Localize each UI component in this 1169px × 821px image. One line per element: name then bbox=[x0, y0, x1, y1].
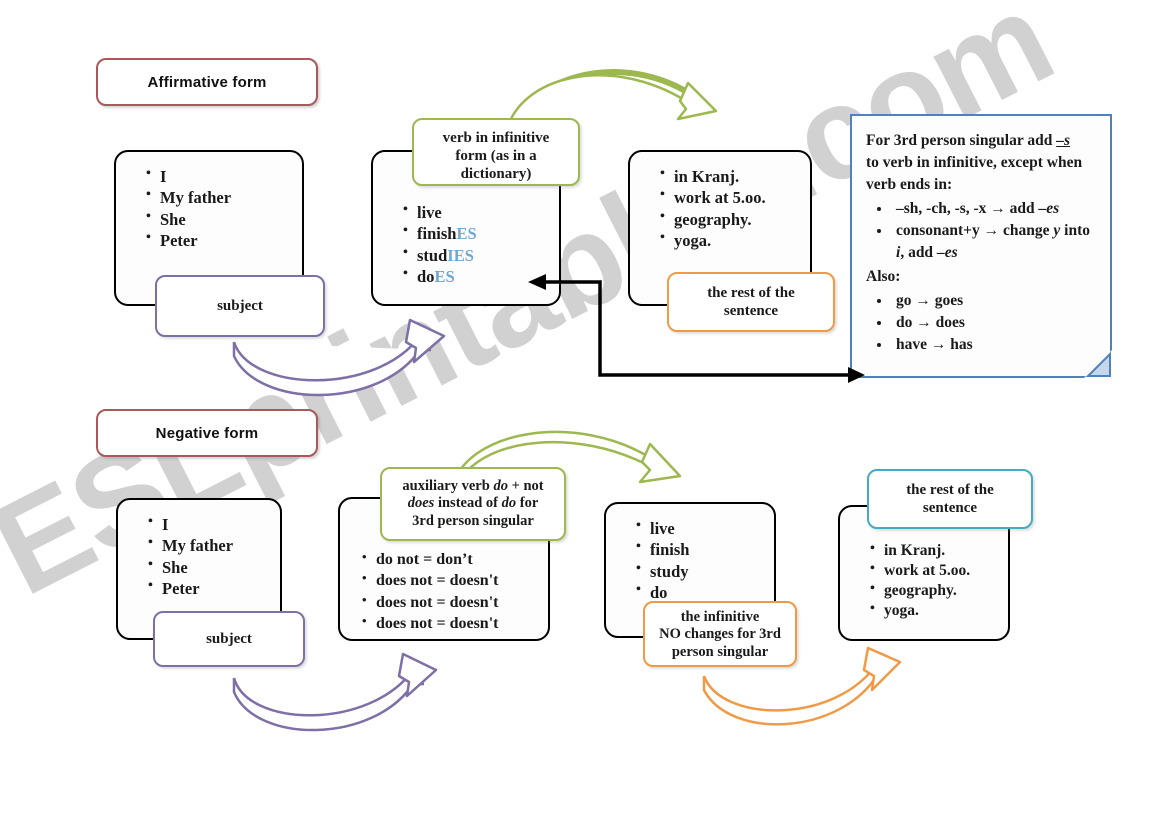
list-item: She bbox=[146, 208, 302, 230]
arrow-glyph: → bbox=[916, 314, 932, 331]
list-item: go → goes bbox=[892, 290, 1098, 312]
note-also-list: go → goes do → does have → has bbox=[866, 290, 1098, 356]
list-item: does not = doesn't bbox=[362, 569, 548, 591]
list-item: yoga. bbox=[660, 229, 810, 251]
negative-subject-callout-label: subject bbox=[206, 631, 252, 647]
note-suffix-s: –s bbox=[1056, 132, 1070, 149]
list-item: consonant+y → change y intoi, add –es bbox=[892, 220, 1098, 264]
list-item: I bbox=[148, 513, 280, 535]
arrow-glyph: → bbox=[930, 336, 947, 353]
verb-suffix: IES bbox=[447, 245, 474, 265]
list-item: My father bbox=[148, 534, 280, 556]
list-item: study bbox=[636, 560, 774, 582]
negative-infinitive-callout-line2: NO changes for 3rd bbox=[659, 626, 781, 643]
list-item: do not = don’t bbox=[362, 548, 548, 570]
list-item: do → does bbox=[892, 312, 1098, 334]
list-item: –sh, -ch, -s, -x → add –es bbox=[892, 198, 1098, 220]
negative-form-header: Negative form bbox=[96, 409, 318, 457]
list-item: Peter bbox=[148, 577, 280, 599]
list-item: geography. bbox=[870, 580, 1008, 601]
negative-rest-callout-line2: sentence bbox=[922, 500, 978, 516]
affirmative-rest-list: in Kranj. work at 5.oo. geography. yoga. bbox=[630, 152, 810, 252]
note-content: For 3rd person singular add –s to verb i… bbox=[852, 116, 1110, 366]
affirmative-verb-callout-line3: dictionary) bbox=[460, 166, 532, 182]
list-item: does not = doesn't bbox=[362, 591, 548, 613]
worksheet-page: ESLprintables.com Affirmative form I My … bbox=[0, 0, 1169, 821]
list-item: does not = doesn't bbox=[362, 612, 548, 634]
negative-verb-list: live finish study do bbox=[606, 504, 774, 604]
list-item: live bbox=[636, 517, 774, 539]
negative-infinitive-callout-line3: person singular bbox=[671, 643, 769, 660]
list-item: live bbox=[403, 201, 559, 223]
negative-subject-list: I My father She Peter bbox=[118, 500, 280, 600]
negative-auxiliary-callout-line3: 3rd person singular bbox=[412, 512, 534, 529]
affirmative-verb-callout-line2: form (as in a bbox=[455, 148, 537, 164]
negative-auxiliary-callout-line1: auxiliary verb do + not bbox=[402, 478, 544, 494]
list-item: work at 5.oo. bbox=[660, 186, 810, 208]
affirmative-subject-callout: subject bbox=[155, 275, 325, 337]
arrow-glyph: → bbox=[990, 200, 1006, 217]
list-item: yoga. bbox=[870, 600, 1008, 621]
affirmative-form-header-label: Affirmative form bbox=[147, 73, 267, 91]
affirmative-rest-callout-line2: sentence bbox=[723, 303, 779, 319]
note-intro-line3: verb ends in: bbox=[866, 176, 953, 193]
third-person-rule-note: For 3rd person singular add –s to verb i… bbox=[850, 114, 1112, 378]
list-item: studIES bbox=[403, 244, 559, 266]
arrow-glyph: → bbox=[915, 292, 931, 309]
note-intro-line1: For 3rd person singular add –s bbox=[866, 132, 1070, 149]
list-item: My father bbox=[146, 186, 302, 208]
note-rule-list: –sh, -ch, -s, -x → add –es consonant+y →… bbox=[866, 198, 1098, 264]
negative-infinitive-callout-line1: the infinitive bbox=[680, 609, 760, 625]
list-item: have → has bbox=[892, 334, 1098, 356]
verb-suffix: ES bbox=[434, 267, 455, 287]
negative-auxiliary-callout-line2: does instead of do for bbox=[407, 495, 539, 512]
affirmative-verb-callout: verb in infinitive form (as in a diction… bbox=[412, 118, 580, 186]
list-item: in Kranj. bbox=[660, 165, 810, 187]
note-also-label: Also: bbox=[866, 268, 901, 285]
negative-infinitive-callout: the infinitive NO changes for 3rd person… bbox=[643, 601, 797, 667]
list-item: work at 5.oo. bbox=[870, 560, 1008, 581]
list-item: in Kranj. bbox=[870, 540, 1008, 561]
affirmative-rest-callout: the rest of the sentence bbox=[667, 272, 835, 332]
list-item: She bbox=[148, 556, 280, 578]
affirmative-subject-callout-label: subject bbox=[217, 298, 263, 314]
list-item: finish bbox=[636, 538, 774, 560]
negative-subject-callout: subject bbox=[153, 611, 305, 667]
list-item: Peter bbox=[146, 229, 302, 251]
verb-suffix: ES bbox=[456, 224, 477, 244]
affirmative-subject-list: I My father She Peter bbox=[116, 152, 302, 252]
negative-rest-callout-line1: the rest of the bbox=[906, 482, 994, 498]
list-item: I bbox=[146, 165, 302, 187]
arrow-glyph: → bbox=[983, 222, 1000, 239]
list-item: geography. bbox=[660, 208, 810, 230]
list-item: finishES bbox=[403, 222, 559, 244]
affirmative-verb-callout-line1: verb in infinitive bbox=[442, 130, 550, 146]
affirmative-form-header: Affirmative form bbox=[96, 58, 318, 106]
negative-rest-callout: the rest of the sentence bbox=[867, 469, 1033, 529]
note-intro-line2: to verb in infinitive, except when bbox=[866, 154, 1083, 171]
affirmative-rest-callout-line1: the rest of the bbox=[707, 285, 795, 301]
page-fold-corner-icon bbox=[1084, 350, 1112, 378]
negative-auxiliary-callout: auxiliary verb do + not does instead of … bbox=[380, 467, 566, 541]
negative-form-header-label: Negative form bbox=[155, 424, 259, 442]
